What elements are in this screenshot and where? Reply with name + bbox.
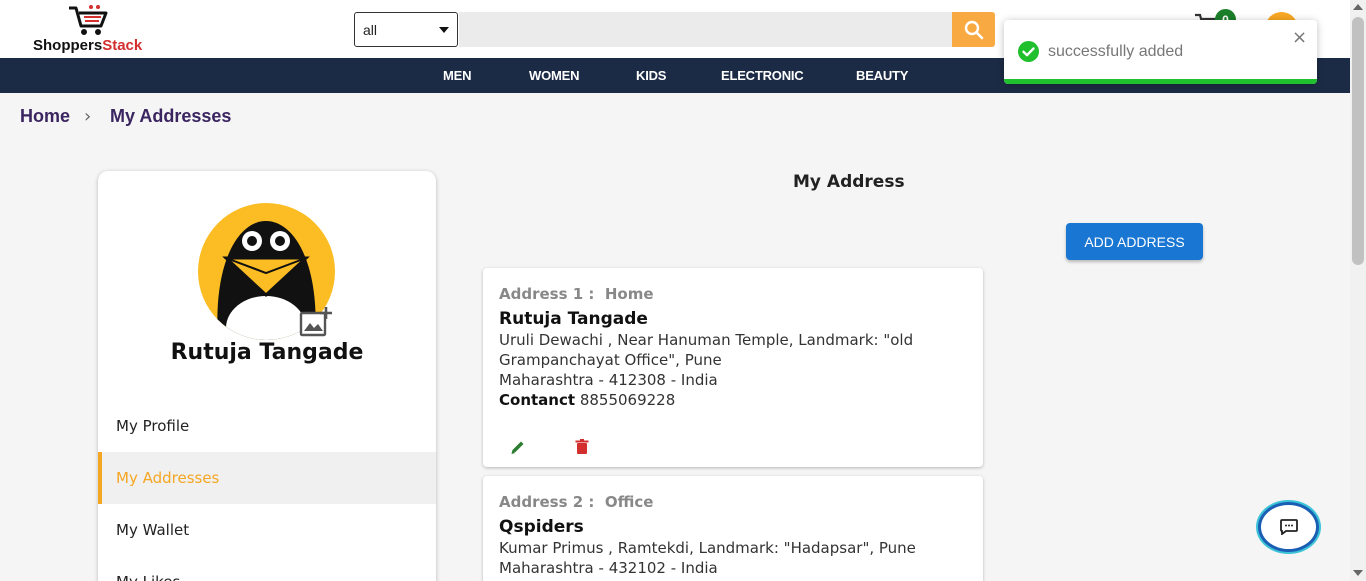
menu-item-my-wallet[interactable]: My Wallet	[98, 504, 436, 556]
toast-close-button[interactable]: ×	[1292, 27, 1307, 48]
chat-button[interactable]	[1258, 502, 1319, 552]
address-card: Address 1 : Home Rutuja Tangade Uruli De…	[483, 268, 983, 467]
address-type: Office	[604, 493, 654, 511]
shoppersstack-logo[interactable]: ShoppersStack	[33, 4, 163, 54]
nav-item-men[interactable]: MEN	[443, 68, 471, 83]
chevron-down-icon	[439, 26, 449, 33]
breadcrumb-home[interactable]: Home	[20, 106, 70, 127]
profile-name: Rutuja Tangade	[170, 340, 364, 365]
contact-label: Contanct	[499, 391, 576, 409]
address-line-2: Maharashtra - 432102 - India	[499, 559, 718, 577]
profile-card: Rutuja Tangade My Profile My Addresses M…	[98, 171, 436, 581]
pencil-icon	[511, 441, 524, 454]
address-line-2: Maharashtra - 412308 - India	[499, 371, 718, 389]
logo-text-part1: Shoppers	[33, 37, 103, 54]
address-line-1: Uruli Dewachi , Near Hanuman Temple, Lan…	[499, 331, 914, 369]
section-title: My Address	[793, 172, 905, 192]
scrollbar-thumb[interactable]	[1352, 17, 1364, 265]
search-button[interactable]	[952, 12, 995, 47]
category-select-value: all	[363, 21, 378, 38]
check-circle-icon	[1018, 41, 1039, 62]
breadcrumb-current: My Addresses	[110, 106, 232, 126]
address-name: Qspiders	[499, 517, 584, 537]
search-input[interactable]	[459, 12, 952, 47]
address-line-1: Kumar Primus , Ramtekdi, Landmark: "Hada…	[499, 539, 916, 557]
edit-address-button[interactable]	[508, 438, 528, 456]
success-toast: successfully added ×	[1004, 20, 1317, 84]
add-address-button[interactable]: ADD ADDRESS	[1066, 223, 1203, 260]
address-name: Rutuja Tangade	[499, 309, 648, 329]
delete-address-button[interactable]	[572, 438, 592, 456]
nav-item-kids[interactable]: KIDS	[636, 68, 666, 83]
breadcrumb-separator: ›	[84, 106, 92, 127]
toast-message: successfully added	[1048, 43, 1184, 60]
address-card: Address 2 : Office Qspiders Kumar Primus…	[483, 476, 983, 581]
address-header: Address 2 : Office	[499, 493, 653, 511]
logo-text-part2: Stack	[102, 37, 143, 54]
category-select[interactable]: all	[354, 12, 458, 47]
address-number: Address 1 :	[499, 285, 595, 303]
menu-item-my-addresses[interactable]: My Addresses	[98, 452, 436, 504]
address-number: Address 2 :	[499, 493, 595, 511]
address-contact: Contanct 8855069228	[499, 390, 949, 410]
toast-progress-bar	[1004, 79, 1317, 84]
address-type: Home	[604, 285, 654, 303]
scroll-up-arrow[interactable]	[1353, 4, 1363, 10]
chat-icon	[1279, 519, 1298, 535]
contact-number: 8855069228	[579, 391, 676, 409]
menu-item-my-profile[interactable]: My Profile	[98, 400, 436, 452]
add-photo-icon[interactable]	[299, 306, 333, 338]
logo-cart-icon	[69, 5, 108, 35]
nav-item-beauty[interactable]: BEAUTY	[856, 68, 908, 83]
menu-item-my-likes[interactable]: My Likes	[98, 556, 436, 581]
address-header: Address 1 : Home	[499, 285, 654, 303]
nav-item-women[interactable]: WOMEN	[529, 68, 579, 83]
search-icon	[964, 20, 983, 39]
trash-icon	[575, 439, 589, 454]
scroll-down-arrow[interactable]	[1353, 570, 1363, 576]
nav-item-electronic[interactable]: ELECTRONIC	[721, 68, 804, 83]
logo-text: ShoppersStack	[33, 37, 142, 54]
